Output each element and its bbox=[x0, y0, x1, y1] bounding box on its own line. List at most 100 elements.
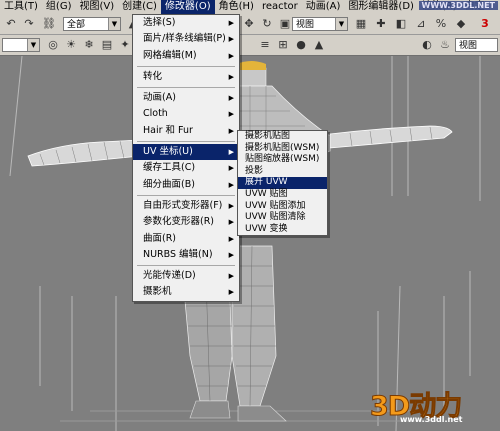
menu-item-label: Hair 和 Fur bbox=[143, 124, 193, 136]
submenu-item[interactable]: UVW 变换 bbox=[238, 224, 327, 236]
reference-coord-value: 视图 bbox=[296, 20, 315, 30]
submenu-arrow-icon: ▶ bbox=[228, 94, 234, 103]
quick-render-icon[interactable]: ◐ bbox=[418, 36, 436, 53]
submenu-arrow-icon: ▶ bbox=[228, 72, 234, 81]
select-move-icon[interactable]: ✥ bbox=[240, 15, 258, 32]
reference-coord-dropdown[interactable]: 视图 ▼ bbox=[292, 17, 348, 31]
menubar-item[interactable]: 视图(V) bbox=[75, 0, 118, 14]
menubar-item[interactable]: reactor bbox=[258, 0, 302, 14]
submenu-arrow-icon: ▶ bbox=[228, 51, 234, 60]
submenu-arrow-icon: ▶ bbox=[228, 110, 234, 119]
menu-item[interactable]: 面片/样条线编辑(P) ▶ bbox=[133, 31, 239, 47]
submenu-item[interactable]: 投影 bbox=[238, 166, 327, 178]
track-view-icon[interactable]: ≡ bbox=[256, 36, 274, 53]
menu-separator bbox=[137, 265, 235, 267]
menubar-item[interactable]: 组(G) bbox=[42, 0, 76, 14]
menu-item-label: 转化 bbox=[143, 70, 163, 82]
pivot-icon[interactable]: ▦ bbox=[352, 15, 370, 32]
redo-icon[interactable]: ↷ bbox=[20, 15, 38, 32]
submenu-item[interactable]: UVW 贴图清除 bbox=[238, 212, 327, 224]
viewport-value: 视图 bbox=[459, 41, 478, 51]
menu-item[interactable]: 缓存工具(C) ▶ bbox=[133, 160, 239, 176]
layer-dropdown[interactable]: ▼ bbox=[2, 38, 40, 52]
submenu-item[interactable]: 贴图缩放器(WSM) bbox=[238, 154, 327, 166]
menu-item-label: 光能传递(D) bbox=[143, 270, 196, 282]
menu-item[interactable]: 网格编辑(M) ▶ bbox=[133, 48, 239, 64]
selection-filter-dropdown[interactable]: 全部 ▼ bbox=[63, 17, 121, 31]
submenu-arrow-icon: ▶ bbox=[228, 234, 234, 243]
menu-item[interactable]: 参数化变形器(R) ▶ bbox=[133, 214, 239, 230]
menu-separator bbox=[137, 65, 235, 67]
menu-item[interactable]: 动画(A) ▶ bbox=[133, 90, 239, 106]
submenu-arrow-icon: ▶ bbox=[228, 272, 234, 281]
new-layer-icon[interactable]: ▤ bbox=[98, 36, 116, 53]
menu-item-label: 缓存工具(C) bbox=[143, 162, 196, 174]
menubar-item[interactable]: 创建(C) bbox=[118, 0, 161, 14]
render-icon[interactable]: 3 bbox=[476, 15, 494, 32]
menu-item[interactable]: Cloth ▶ bbox=[133, 106, 239, 122]
modifiers-menu: 选择(S) ▶ 面片/样条线编辑(P) ▶ 网格编辑(M) ▶ 转化 ▶ 动画(A) ▶ Cloth… bbox=[132, 14, 240, 302]
menu-item[interactable]: 光能传递(D) ▶ bbox=[133, 268, 239, 284]
menu-separator bbox=[137, 141, 235, 143]
submenu-arrow-icon: ▶ bbox=[228, 201, 234, 210]
watermark-top: WWW.3DDL.NET bbox=[418, 1, 498, 10]
menubar-item[interactable]: 修改器(O) bbox=[160, 0, 215, 14]
uv-coordinates-submenu: 摄影机贴图 摄影机贴图(WSM) 贴图缩放器(WSM) 投影 展开 UVW UVW 贴图 U… bbox=[237, 130, 328, 237]
select-manipulate-icon[interactable]: ✚ bbox=[372, 15, 390, 32]
submenu-item[interactable]: 摄影机贴图(WSM) bbox=[238, 143, 327, 155]
submenu-arrow-icon: ▶ bbox=[228, 250, 234, 259]
material-editor-icon[interactable]: ● bbox=[292, 36, 310, 53]
menu-item-label: 参数化变形器(R) bbox=[143, 216, 215, 228]
menu-item-label: 摄影机 bbox=[143, 286, 172, 298]
submenu-arrow-icon: ▶ bbox=[228, 35, 234, 44]
angle-snap-icon[interactable]: ⊿ bbox=[412, 15, 430, 32]
menu-item-label: Cloth bbox=[143, 108, 168, 120]
layers-icon[interactable]: ◎ bbox=[44, 36, 62, 53]
menubar-item[interactable]: 动画(A) bbox=[302, 0, 345, 14]
menu-item[interactable]: 摄影机 ▶ bbox=[133, 284, 239, 300]
submenu-arrow-icon: ▶ bbox=[228, 148, 234, 157]
menu-item[interactable]: 曲面(R) ▶ bbox=[133, 231, 239, 247]
percent-snap-icon[interactable]: % bbox=[432, 15, 450, 32]
submenu-item[interactable]: UVW 贴图 bbox=[238, 189, 327, 201]
teapot-icon[interactable]: ♨ bbox=[436, 36, 454, 53]
select-rotate-icon[interactable]: ↻ bbox=[258, 15, 276, 32]
submenu-arrow-icon: ▶ bbox=[228, 19, 234, 27]
freeze-icon[interactable]: ❄ bbox=[80, 36, 98, 53]
menu-item[interactable]: 选择(S) ▶ bbox=[133, 15, 239, 31]
link-icon[interactable]: ⛓ bbox=[40, 15, 58, 32]
menu-item-label: 动画(A) bbox=[143, 92, 176, 104]
menu-item[interactable]: NURBS 编辑(N) ▶ bbox=[133, 247, 239, 263]
spinner-snap-icon[interactable]: ◆ bbox=[452, 15, 470, 32]
menu-item-label: 面片/样条线编辑(P) bbox=[143, 33, 226, 45]
selection-filter-value: 全部 bbox=[67, 20, 86, 30]
submenu-arrow-icon: ▶ bbox=[228, 180, 234, 189]
submenu-item[interactable]: 摄影机贴图 bbox=[238, 131, 327, 143]
chevron-down-icon: ▼ bbox=[335, 18, 347, 30]
render-setup-icon[interactable]: ▲ bbox=[310, 36, 328, 53]
menu-item-label: 网格编辑(M) bbox=[143, 49, 197, 61]
perspective-viewport[interactable] bbox=[0, 56, 500, 431]
menubar-item[interactable]: 工具(T) bbox=[0, 0, 42, 14]
schematic-icon[interactable]: ⊞ bbox=[274, 36, 292, 53]
menu-separator bbox=[137, 87, 235, 89]
menu-item[interactable]: 转化 ▶ bbox=[133, 69, 239, 85]
menubar-item[interactable]: 图形编辑器(D) bbox=[344, 0, 418, 14]
submenu-item[interactable]: UVW 贴图添加 bbox=[238, 201, 327, 213]
menu-item-label: 自由形式变形器(F) bbox=[143, 199, 223, 211]
menubar-item[interactable]: 角色(H) bbox=[215, 0, 258, 14]
menu-item-label: 细分曲面(B) bbox=[143, 178, 195, 190]
submenu-arrow-icon: ▶ bbox=[228, 164, 234, 173]
menu-item[interactable]: 细分曲面(B) ▶ bbox=[133, 177, 239, 193]
logo-url: www.3ddl.net bbox=[400, 415, 463, 424]
menu-item[interactable]: UV 坐标(U) ▶ bbox=[133, 144, 239, 161]
undo-icon[interactable]: ↶ bbox=[2, 15, 20, 32]
viewport-dropdown[interactable]: 视图 bbox=[455, 38, 498, 52]
menu-item-label: NURBS 编辑(N) bbox=[143, 248, 213, 260]
menu-item[interactable]: 自由形式变形器(F) ▶ bbox=[133, 198, 239, 214]
lightbulb-icon[interactable]: ☀ bbox=[62, 36, 80, 53]
menu-item[interactable]: Hair 和 Fur ▶ bbox=[133, 123, 239, 139]
submenu-arrow-icon: ▶ bbox=[228, 218, 234, 227]
snap-icon[interactable]: ◧ bbox=[392, 15, 410, 32]
submenu-item[interactable]: 展开 UVW bbox=[238, 177, 327, 189]
